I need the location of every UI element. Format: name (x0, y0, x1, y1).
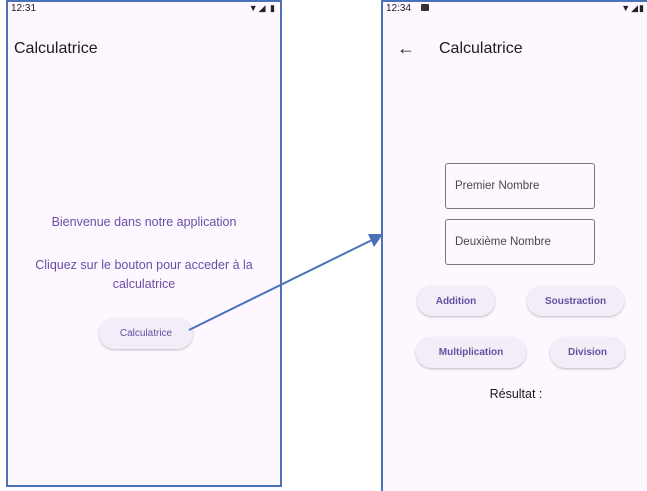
navigation-arrow (188, 234, 383, 331)
arrow-line (188, 239, 373, 331)
